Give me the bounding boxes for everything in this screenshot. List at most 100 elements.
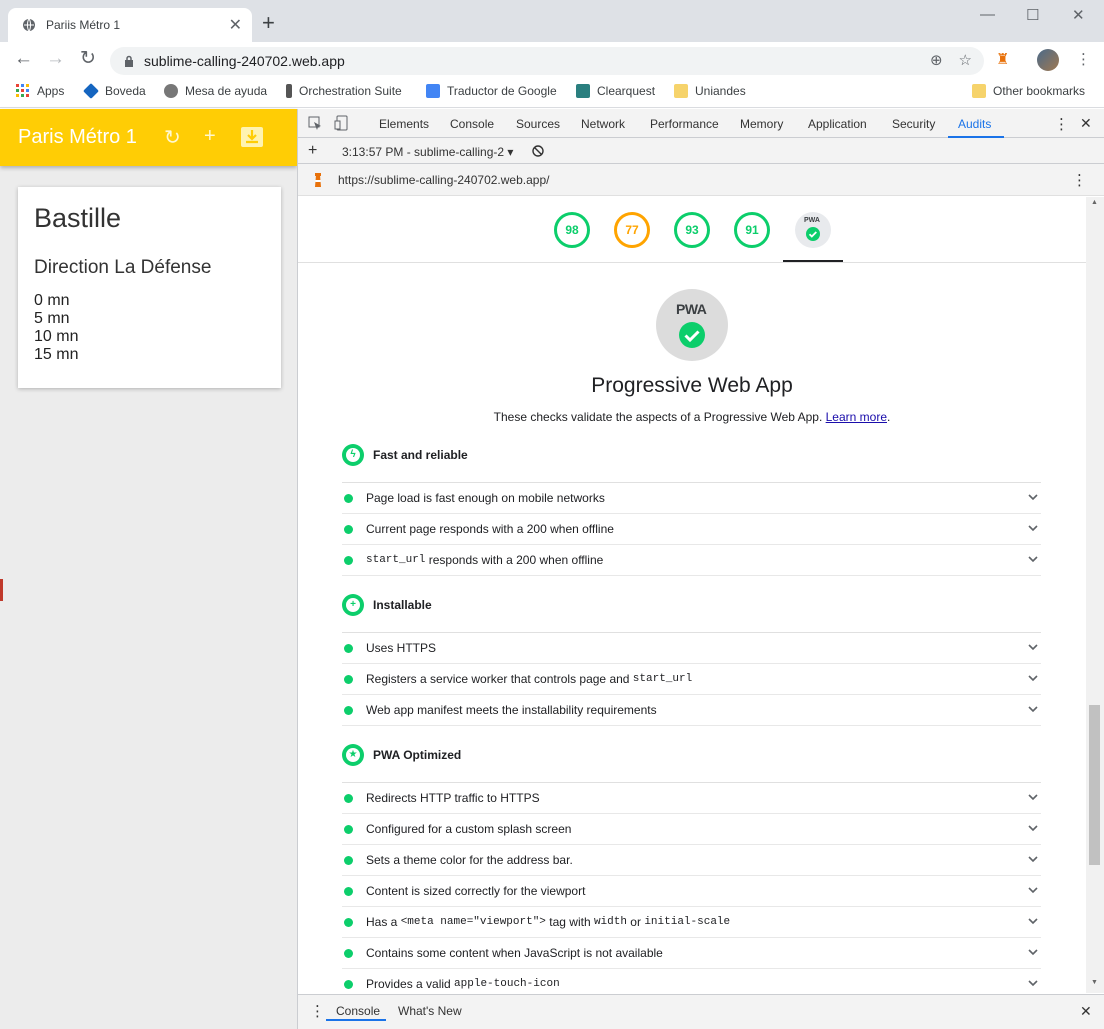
address-bar[interactable]: sublime-calling-240702.web.app ⊕ ☆ — [110, 47, 984, 75]
audited-url: https://sublime-calling-240702.web.app/ — [338, 173, 550, 187]
audit-row[interactable]: Configured for a custom splash screen — [342, 814, 1041, 845]
device-toolbar-icon[interactable] — [334, 115, 348, 131]
bookmark-clearquest[interactable]: Clearquest — [576, 84, 655, 98]
audit-row[interactable]: Page load is fast enough on mobile netwo… — [342, 483, 1041, 514]
chevron-down-icon[interactable] — [1027, 884, 1039, 896]
chevron-down-icon[interactable] — [1027, 822, 1039, 834]
chevron-down-icon[interactable] — [1027, 703, 1039, 715]
pass-indicator — [344, 793, 353, 803]
chevron-down-icon[interactable] — [1027, 853, 1039, 865]
audit-row[interactable]: Contains some content when JavaScript is… — [342, 938, 1041, 969]
download-icon[interactable] — [240, 126, 264, 148]
devtools-menu-icon[interactable]: ⋮ — [1054, 115, 1069, 133]
audit-row[interactable]: Uses HTTPS — [342, 633, 1041, 664]
station-card: Bastille Direction La Défense 0 mn 5 mn … — [18, 187, 281, 388]
clear-icon[interactable] — [532, 145, 544, 157]
chevron-down-icon[interactable] — [1027, 553, 1039, 565]
add-icon[interactable]: + — [204, 125, 216, 148]
pass-indicator — [344, 855, 353, 865]
arrival-time: 5 mn — [34, 310, 70, 327]
bookmark-boveda[interactable]: Boveda — [83, 83, 146, 99]
arrival-times: 0 mn 5 mn 10 mn 15 mn — [34, 292, 265, 364]
pwa-badge-small[interactable]: PWA — [795, 212, 831, 248]
bookmark-mesa-de-ayuda[interactable]: Mesa de ayuda — [164, 84, 267, 98]
minimize-icon[interactable]: — — [980, 6, 995, 23]
scroll-down-icon[interactable]: ▼ — [1091, 979, 1098, 986]
audit-row[interactable]: Web app manifest meets the installabilit… — [342, 695, 1041, 726]
tab-network[interactable]: Network — [581, 117, 625, 131]
close-window-icon[interactable]: ✕ — [1072, 6, 1085, 24]
refresh-icon[interactable]: ↻ — [164, 125, 181, 150]
audit-row[interactable]: Registers a service worker that controls… — [342, 664, 1041, 695]
install-app-icon[interactable]: ⊕ — [930, 51, 943, 69]
pass-indicator — [344, 979, 353, 989]
chevron-down-icon[interactable] — [1027, 522, 1039, 534]
chrome-menu-icon[interactable]: ⋮ — [1076, 50, 1091, 68]
chevron-down-icon[interactable] — [1027, 641, 1039, 653]
audit-row[interactable]: Current page responds with a 200 when of… — [342, 514, 1041, 545]
chevron-down-icon[interactable] — [1027, 791, 1039, 803]
score-accessibility[interactable]: 77 — [614, 212, 650, 248]
bookmark-orchestration-suite[interactable]: Orchestration Suite — [286, 84, 402, 98]
learn-more-link[interactable]: Learn more — [826, 410, 887, 424]
tab-sources[interactable]: Sources — [516, 117, 560, 131]
drawer-tab-whats-new[interactable]: What's New — [398, 1004, 462, 1018]
lighthouse-extension-icon[interactable]: ♜ — [996, 50, 1009, 68]
new-tab-button[interactable]: + — [262, 12, 275, 34]
scrollbar-thumb[interactable] — [1089, 705, 1100, 865]
pass-indicator — [344, 493, 353, 503]
close-devtools-icon[interactable]: ✕ — [1080, 115, 1092, 132]
bookmark-apps[interactable]: Apps — [16, 84, 64, 98]
bookmark-uniandes[interactable]: Uniandes — [674, 84, 746, 98]
tab-application[interactable]: Application — [808, 117, 867, 131]
inspect-element-icon[interactable] — [308, 116, 322, 130]
chevron-down-icon[interactable] — [1027, 977, 1039, 989]
score-best-practices[interactable]: 93 — [674, 212, 710, 248]
bookmarks-bar: Apps Boveda Mesa de ayuda Orchestration … — [0, 78, 1104, 108]
profile-avatar[interactable] — [1037, 49, 1059, 71]
audit-row[interactable]: Redirects HTTP traffic to HTTPS — [342, 783, 1041, 814]
tab-elements[interactable]: Elements — [379, 117, 429, 131]
active-category-indicator — [783, 260, 843, 262]
maximize-icon[interactable]: ☐ — [1026, 6, 1039, 24]
report-scrollbar[interactable]: ▲ ▼ — [1086, 197, 1104, 993]
audit-row[interactable]: Content is sized correctly for the viewp… — [342, 876, 1041, 907]
tab-audits[interactable]: Audits — [958, 117, 991, 131]
reload-icon[interactable]: ↻ — [80, 48, 96, 70]
score-performance[interactable]: 98 — [554, 212, 590, 248]
audit-row[interactable]: Provides a valid apple-touch-icon — [342, 969, 1041, 993]
pass-indicator — [344, 524, 353, 534]
chevron-down-icon[interactable] — [1027, 672, 1039, 684]
close-tab-icon[interactable]: ✕ — [229, 15, 242, 35]
back-icon[interactable]: ← — [14, 48, 33, 70]
close-drawer-icon[interactable]: ✕ — [1080, 1003, 1092, 1020]
plus-icon: + — [342, 594, 364, 616]
chevron-down-icon[interactable] — [1027, 491, 1039, 503]
bookmark-traductor[interactable]: Traductor de Google — [426, 84, 557, 98]
drawer-menu-icon[interactable]: ⋮ — [310, 1002, 325, 1020]
drawer-tab-console[interactable]: Console — [336, 1004, 380, 1018]
check-icon — [806, 227, 820, 241]
bookmark-other[interactable]: Other bookmarks — [972, 84, 1085, 98]
forward-icon[interactable]: → — [46, 48, 65, 70]
audit-row[interactable]: start_url responds with a 200 when offli… — [342, 545, 1041, 576]
bookmark-star-icon[interactable]: ☆ — [959, 51, 972, 69]
audits-toolbar: + 3:13:57 PM - sublime-calling-2 ▾ — [298, 138, 1104, 164]
url-menu-icon[interactable]: ⋮ — [1072, 171, 1087, 189]
tab-performance[interactable]: Performance — [650, 117, 719, 131]
tab-console[interactable]: Console — [450, 117, 494, 131]
audit-row[interactable]: Has a <meta name="viewport"> tag with wi… — [342, 907, 1041, 938]
chevron-down-icon[interactable] — [1027, 915, 1039, 927]
new-audit-icon[interactable]: + — [308, 142, 317, 160]
score-seo[interactable]: 91 — [734, 212, 770, 248]
scroll-up-icon[interactable]: ▲ — [1091, 199, 1098, 206]
group-pwa-optimized: ★ PWA Optimized Redirects HTTP traffic t… — [342, 739, 1041, 993]
audit-row[interactable]: Sets a theme color for the address bar. — [342, 845, 1041, 876]
tab-security[interactable]: Security — [892, 117, 935, 131]
pwa-label-small: PWA — [804, 217, 820, 224]
globe-icon — [23, 18, 35, 32]
tab-memory[interactable]: Memory — [740, 117, 783, 131]
chevron-down-icon[interactable] — [1027, 946, 1039, 958]
report-select[interactable]: 3:13:57 PM - sublime-calling-2 ▾ — [342, 145, 513, 159]
browser-tab[interactable]: Pariis Métro 1 ✕ — [8, 8, 252, 42]
